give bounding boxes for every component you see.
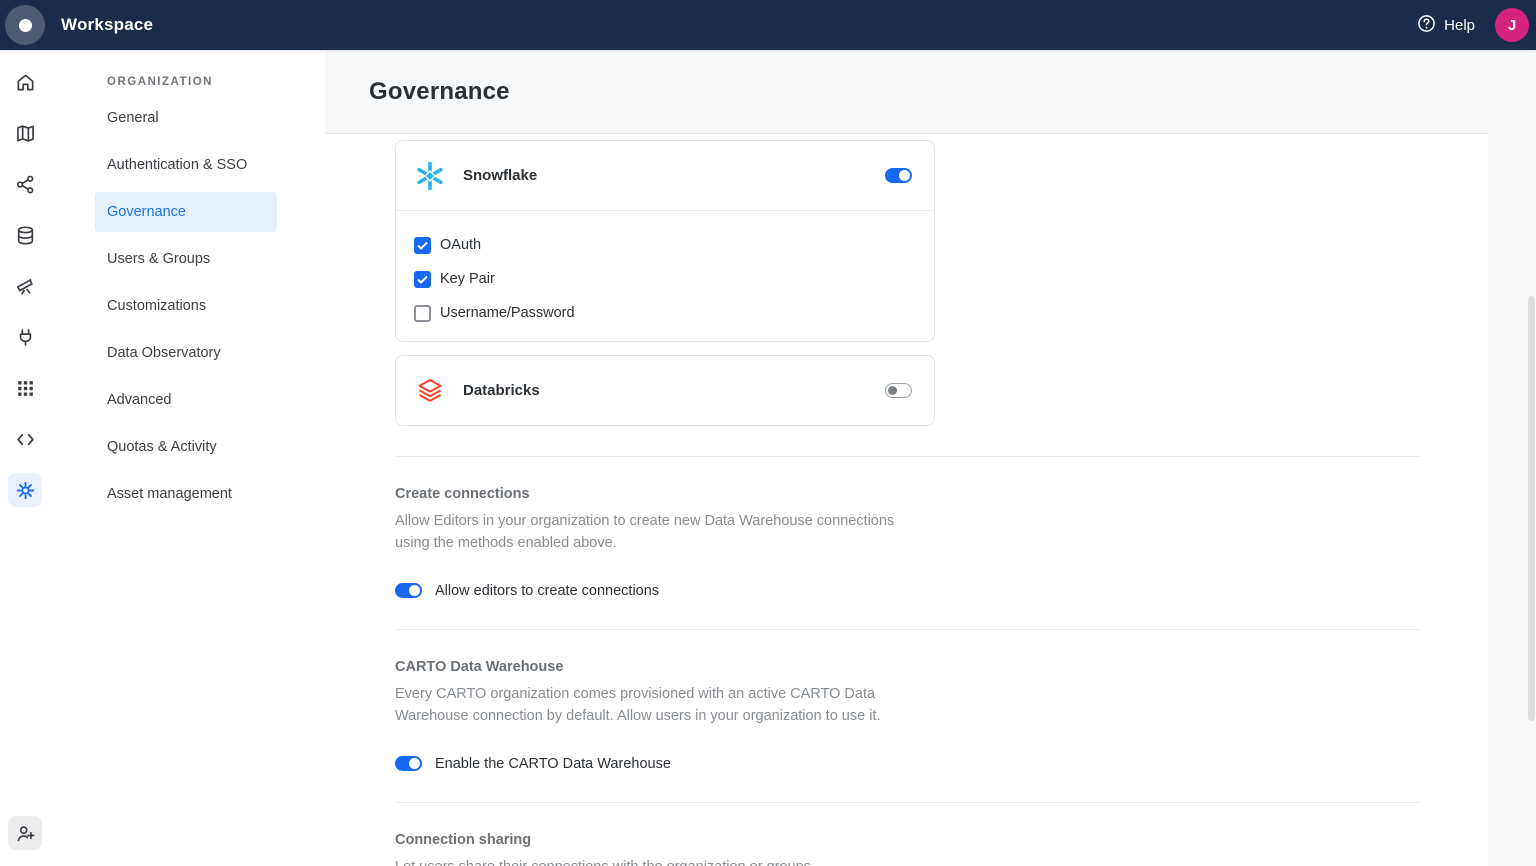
oauth-label: OAuth xyxy=(440,237,481,253)
invite-user-icon[interactable] xyxy=(8,816,42,850)
username-password-label: Username/Password xyxy=(440,305,575,321)
connections-icon[interactable] xyxy=(8,320,42,354)
databricks-card-header: Databricks xyxy=(396,356,934,425)
sidebar-item-customizations[interactable]: Customizations xyxy=(95,286,277,326)
carto-logo[interactable] xyxy=(5,5,45,45)
sidebar-item-label: Advanced xyxy=(107,392,172,408)
sidebar-item-asset-management[interactable]: Asset management xyxy=(95,474,277,514)
toggle-knob xyxy=(888,386,897,395)
workflows-icon[interactable] xyxy=(8,167,42,201)
carto-dw-title: CARTO Data Warehouse xyxy=(395,659,1420,675)
carto-dw-description: Every CARTO organization comes provision… xyxy=(395,684,930,727)
data-explorer-icon[interactable] xyxy=(8,218,42,252)
page-title: Governance xyxy=(369,78,510,106)
divider xyxy=(395,456,1420,457)
sidebar-item-governance[interactable]: Governance xyxy=(95,192,277,232)
workspace-title: Workspace xyxy=(61,15,153,35)
settings-content: Snowflake OAuth Key Pair xyxy=(325,133,1488,866)
allow-editors-toggle[interactable] xyxy=(395,583,422,598)
create-connections-description: Allow Editors in your organization to cr… xyxy=(395,511,930,554)
sidebar-item-users-groups[interactable]: Users & Groups xyxy=(95,239,277,279)
settings-icon[interactable] xyxy=(8,473,42,507)
applications-icon[interactable] xyxy=(8,371,42,405)
icon-rail xyxy=(0,50,50,866)
avatar-initial: J xyxy=(1508,17,1516,34)
snowflake-card: Snowflake OAuth Key Pair xyxy=(395,140,935,342)
sidebar-item-label: Users & Groups xyxy=(107,251,210,267)
sidebar-item-label: General xyxy=(107,110,159,126)
sidebar-item-authentication-sso[interactable]: Authentication & SSO xyxy=(95,145,277,185)
main-panel: Governance Snowflake OA xyxy=(325,50,1536,866)
top-bar: Workspace Help J xyxy=(0,0,1536,50)
home-icon[interactable] xyxy=(8,65,42,99)
sidebar-item-label: Customizations xyxy=(107,298,206,314)
oauth-checkbox[interactable] xyxy=(414,237,431,254)
help-button[interactable]: Help xyxy=(1417,14,1475,37)
enable-carto-dw-toggle-row: Enable the CARTO Data Warehouse xyxy=(395,753,1420,774)
sidebar-item-label: Data Observatory xyxy=(107,345,221,361)
databricks-name: Databricks xyxy=(463,382,540,399)
map-icon[interactable] xyxy=(8,116,42,150)
key-pair-label: Key Pair xyxy=(440,271,495,287)
sidebar-item-quotas-activity[interactable]: Quotas & Activity xyxy=(95,427,277,467)
create-connections-section: Create connections Allow Editors in your… xyxy=(395,486,1420,601)
sidebar-section-label: ORGANIZATION xyxy=(95,76,325,88)
snowflake-toggle[interactable] xyxy=(885,168,912,183)
username-password-checkbox[interactable] xyxy=(414,305,431,322)
connection-sharing-section: Connection sharing Let users share their… xyxy=(395,832,1420,866)
connection-sharing-title: Connection sharing xyxy=(395,832,1420,848)
create-connections-title: Create connections xyxy=(395,486,1420,502)
sidebar-item-data-observatory[interactable]: Data Observatory xyxy=(95,333,277,373)
carto-logo-dot xyxy=(19,19,32,32)
data-observatory-icon[interactable] xyxy=(8,269,42,303)
key-pair-checkbox-row[interactable]: Key Pair xyxy=(414,269,916,289)
carto-data-warehouse-section: CARTO Data Warehouse Every CARTO organiz… xyxy=(395,659,1420,774)
developers-icon[interactable] xyxy=(8,422,42,456)
toggle-knob xyxy=(899,170,910,181)
key-pair-checkbox[interactable] xyxy=(414,271,431,288)
help-label: Help xyxy=(1444,17,1475,34)
snowflake-card-header: Snowflake xyxy=(396,141,934,210)
oauth-checkbox-row[interactable]: OAuth xyxy=(414,235,916,255)
divider xyxy=(395,802,1420,803)
toggle-knob xyxy=(409,585,420,596)
scrollbar-gutter xyxy=(1488,133,1536,866)
topbar-actions: Help J xyxy=(1417,8,1529,42)
allow-editors-toggle-row: Allow editors to create connections xyxy=(395,580,1420,601)
sidebar-item-label: Authentication & SSO xyxy=(107,157,247,173)
snowflake-logo-icon xyxy=(413,159,447,193)
user-avatar[interactable]: J xyxy=(1495,8,1529,42)
databricks-logo-icon xyxy=(413,374,447,408)
sidebar-item-advanced[interactable]: Advanced xyxy=(95,380,277,420)
username-password-checkbox-row[interactable]: Username/Password xyxy=(414,303,916,323)
allow-editors-toggle-label: Allow editors to create connections xyxy=(435,583,659,599)
enable-carto-dw-toggle-label: Enable the CARTO Data Warehouse xyxy=(435,756,671,772)
snowflake-auth-methods: OAuth Key Pair Username/Password xyxy=(396,210,934,341)
divider xyxy=(395,629,1420,630)
snowflake-name: Snowflake xyxy=(463,167,537,184)
connection-sharing-description: Let users share their connections with t… xyxy=(395,857,930,866)
sidebar-item-general[interactable]: General xyxy=(95,98,277,138)
help-icon xyxy=(1417,14,1436,37)
page-header: Governance xyxy=(325,50,1536,133)
sidebar-item-label: Governance xyxy=(107,204,186,220)
sidebar-item-label: Asset management xyxy=(107,486,232,502)
enable-carto-dw-toggle[interactable] xyxy=(395,756,422,771)
databricks-card: Databricks xyxy=(395,355,935,426)
databricks-toggle[interactable] xyxy=(885,383,912,398)
scrollbar-thumb[interactable] xyxy=(1528,296,1535,721)
settings-sidebar: ORGANIZATION General Authentication & SS… xyxy=(50,50,325,866)
toggle-knob xyxy=(409,758,420,769)
sidebar-item-label: Quotas & Activity xyxy=(107,439,217,455)
